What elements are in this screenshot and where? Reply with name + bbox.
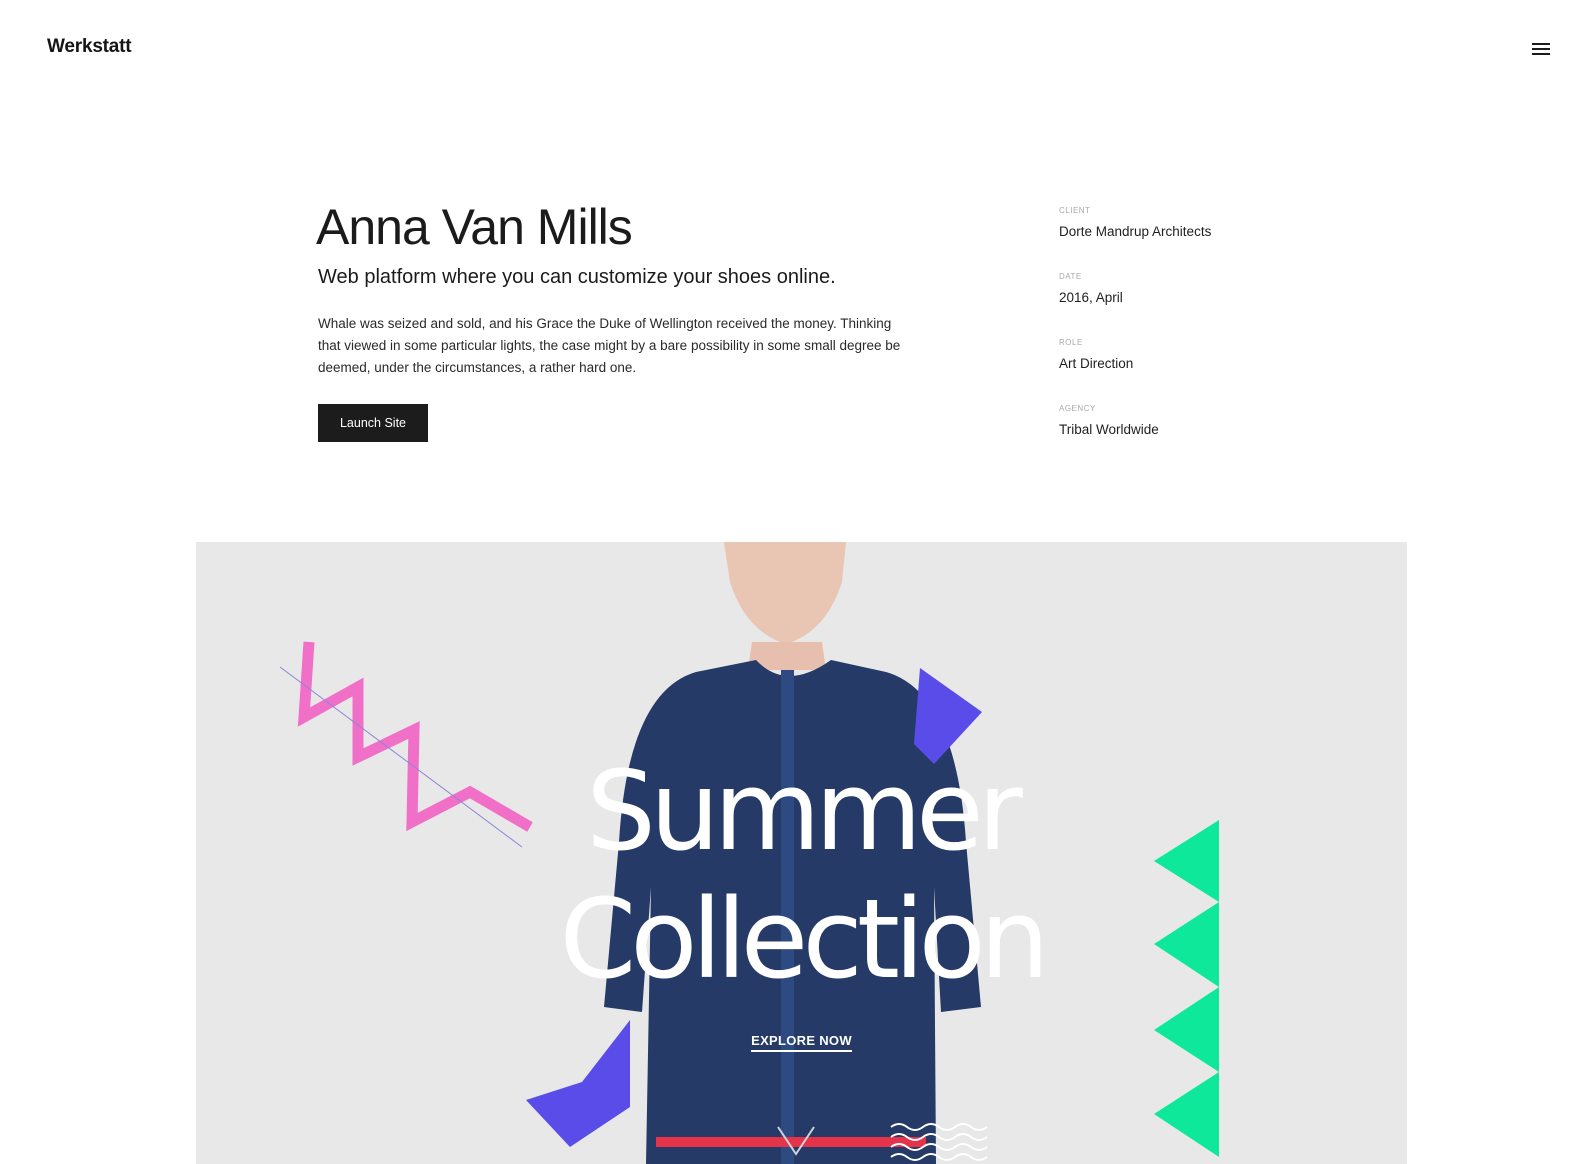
explore-now-link[interactable]: EXPLORE NOW [751,1033,852,1052]
meta-value: Dorte Mandrup Architects [1059,224,1212,239]
hero-heading-line: Collection [559,875,1049,1003]
meta-value: Art Direction [1059,356,1134,371]
explore-link-wrap: EXPLORE NOW [196,1032,1407,1052]
project-description: Whale was seized and sold, and his Grace… [318,316,901,375]
project-meta: CLIENT Dorte Mandrup Architects DATE 201… [1059,206,1211,470]
launch-site-button[interactable]: Launch Site [318,404,428,442]
meta-value: 2016, April [1059,290,1123,305]
meta-role: ROLE Art Direction [1059,338,1211,404]
hero-heading: Summer Collection [196,747,1407,1003]
meta-label: AGENCY [1059,404,1096,413]
hero-heading-line: Summer [586,747,1023,875]
hero-banner: Summer Collection EXPLORE NOW [196,542,1407,1164]
site-logo[interactable]: Werkstatt [47,36,132,58]
meta-label: ROLE [1059,338,1083,347]
project-title: Anna Van Mills [316,199,633,255]
meta-label: CLIENT [1059,206,1091,215]
meta-agency: AGENCY Tribal Worldwide [1059,404,1211,470]
meta-value: Tribal Worldwide [1059,422,1159,437]
meta-date: DATE 2016, April [1059,272,1211,338]
meta-client: CLIENT Dorte Mandrup Architects [1059,206,1211,272]
hamburger-menu-icon[interactable] [1532,43,1550,57]
meta-label: DATE [1059,272,1082,281]
project-subtitle: Web platform where you can customize you… [318,266,836,288]
